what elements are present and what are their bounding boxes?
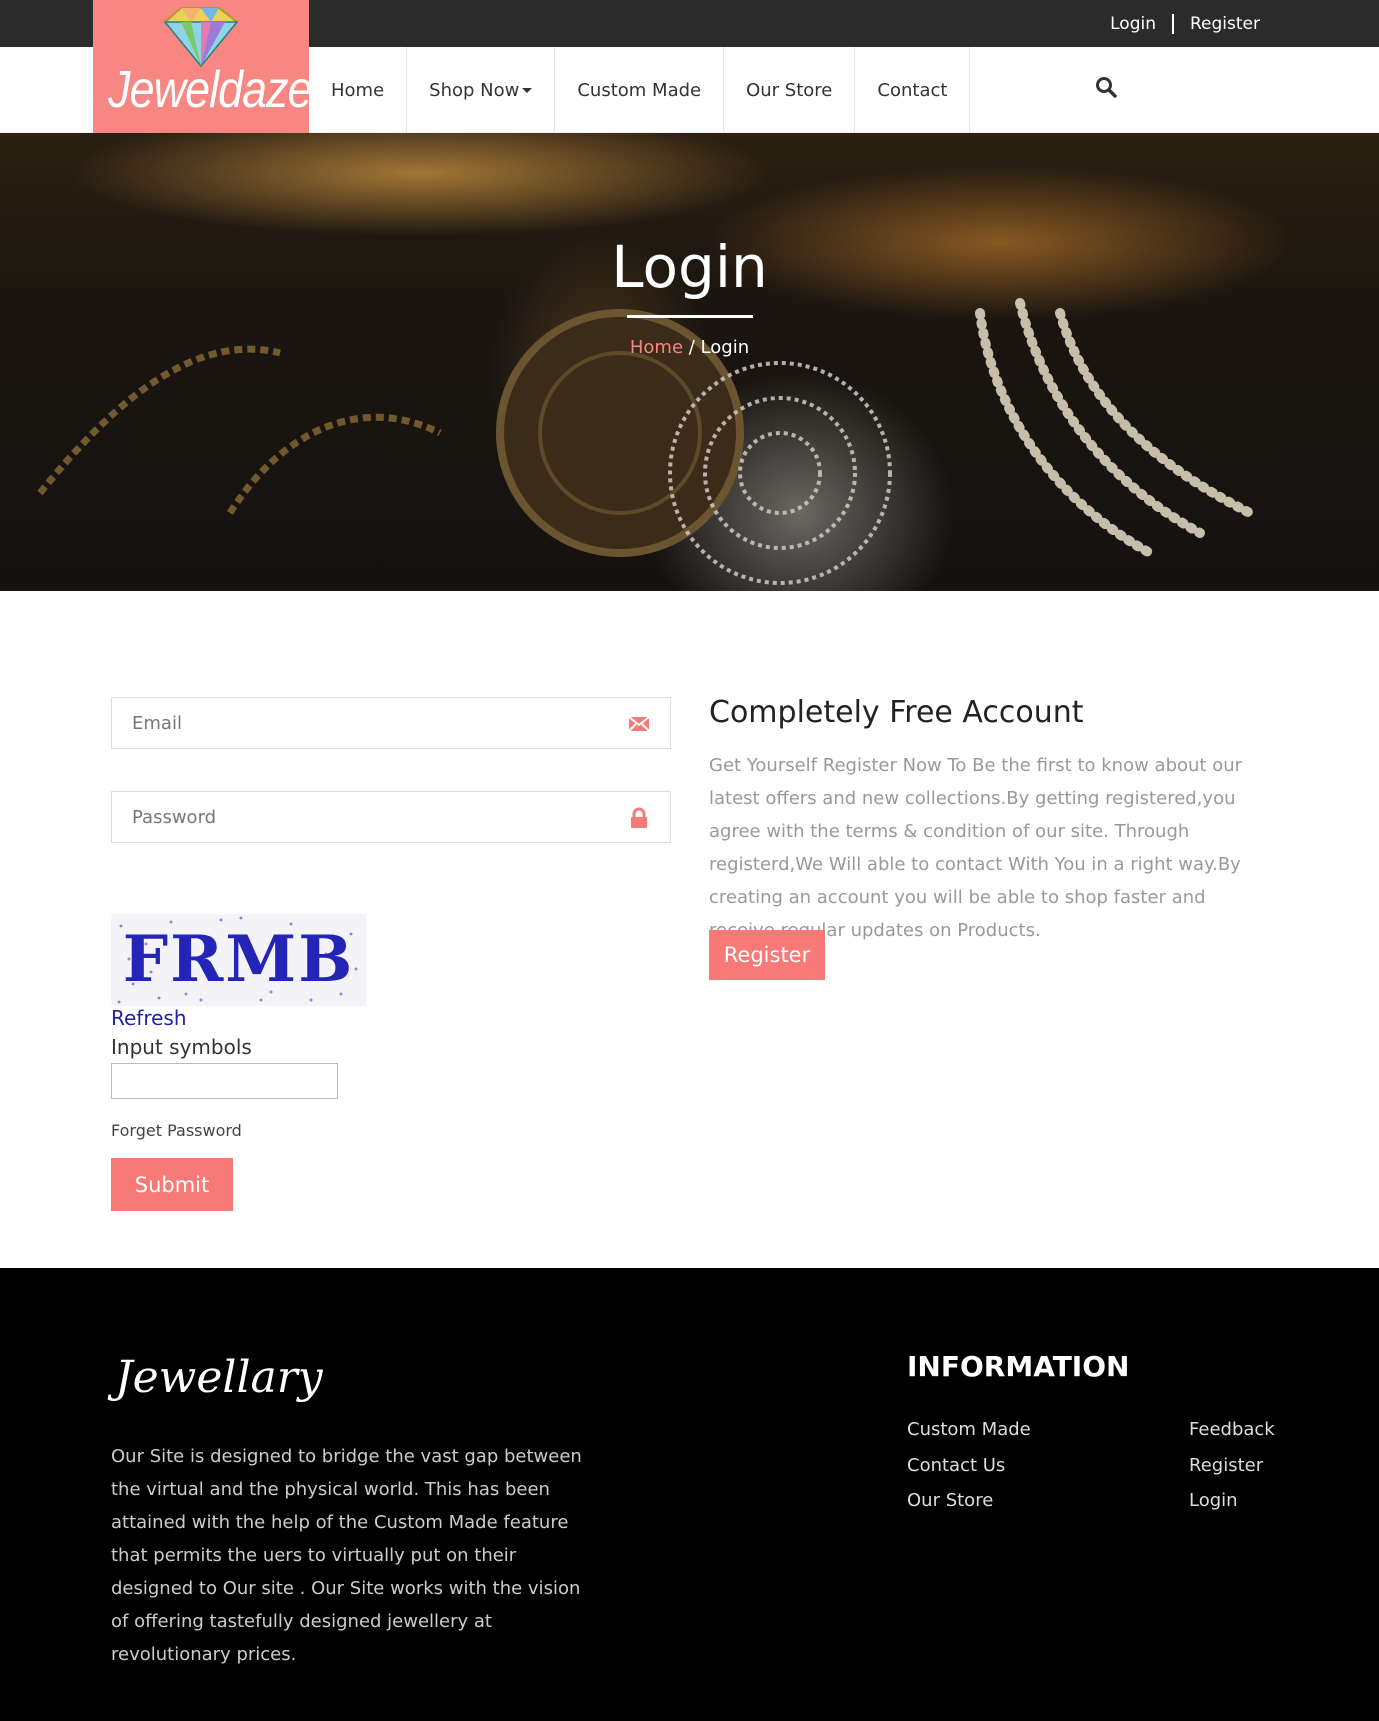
footer-link-feedback[interactable]: Feedback	[1189, 1412, 1275, 1448]
nav-contact-label: Contact	[877, 79, 948, 101]
breadcrumb-home[interactable]: Home	[630, 337, 683, 358]
site-logo[interactable]: Jeweldaze	[93, 0, 309, 133]
main-nav: Home Shop Now Custom Made Our Store Cont…	[309, 47, 971, 133]
envelope-icon	[628, 716, 650, 732]
register-button[interactable]: Register	[709, 930, 825, 980]
nav-our-store[interactable]: Our Store	[724, 47, 856, 133]
nav-shop-now[interactable]: Shop Now	[407, 47, 556, 133]
forget-password-link[interactable]: Forget Password	[111, 1121, 242, 1140]
information-heading: INFORMATION	[907, 1350, 1130, 1383]
register-description: Get Yourself Register Now To Be the firs…	[709, 755, 1243, 941]
caret-down-icon	[522, 87, 533, 93]
jewellery-background-image	[37, 298, 1255, 585]
footer-links-col1: Custom Made Contact Us Our Store	[907, 1412, 1031, 1519]
breadcrumb-current: Login	[700, 337, 750, 358]
submit-button[interactable]: Submit	[111, 1158, 233, 1211]
top-login-link[interactable]: Login	[1110, 14, 1156, 34]
breadcrumb: Home / Login	[0, 337, 1379, 358]
footer-link-custom-made[interactable]: Custom Made	[907, 1412, 1031, 1448]
footer-logo[interactable]: Jewellary	[115, 1352, 323, 1403]
nav-contact[interactable]: Contact	[855, 47, 971, 133]
email-field	[111, 697, 671, 749]
title-underline	[627, 315, 753, 318]
email-input[interactable]	[112, 698, 670, 748]
password-input[interactable]	[112, 792, 670, 842]
hero-banner: Login Home / Login	[0, 133, 1379, 591]
captcha-refresh-link[interactable]: Refresh	[111, 1006, 187, 1030]
divider	[1172, 13, 1174, 34]
nav-custom-made[interactable]: Custom Made	[555, 47, 725, 133]
footer-link-our-store[interactable]: Our Store	[907, 1483, 1031, 1519]
nav-home-label: Home	[331, 79, 385, 101]
footer-link-contact-us[interactable]: Contact Us	[907, 1448, 1031, 1484]
footer-link-register[interactable]: Register	[1189, 1448, 1275, 1484]
captcha-label: Input symbols	[111, 1035, 252, 1059]
nav-custom-made-label: Custom Made	[577, 79, 702, 101]
footer-links-col2: Feedback Register Login	[1189, 1412, 1275, 1519]
nav-shop-now-label: Shop Now	[429, 79, 520, 101]
captcha-text: FRMB	[122, 922, 355, 997]
diamond-icon	[163, 7, 239, 68]
nav-home[interactable]: Home	[309, 47, 408, 133]
breadcrumb-separator: /	[683, 337, 701, 358]
top-register-link[interactable]: Register	[1190, 14, 1260, 34]
password-field	[111, 791, 671, 843]
captcha-image: FRMB	[111, 914, 366, 1006]
captcha-input[interactable]	[111, 1063, 338, 1099]
search-icon[interactable]	[1094, 75, 1118, 99]
footer-link-login[interactable]: Login	[1189, 1483, 1275, 1519]
nav-our-store-label: Our Store	[746, 79, 833, 101]
register-heading: Completely Free Account	[709, 695, 1084, 730]
footer-about-text: Our Site is designed to bridge the vast …	[111, 1446, 582, 1665]
account-links: Login Register	[1110, 0, 1260, 47]
page-title: Login	[611, 233, 768, 301]
logo-text: Jeweldaze	[108, 61, 309, 119]
lock-icon	[631, 807, 647, 828]
